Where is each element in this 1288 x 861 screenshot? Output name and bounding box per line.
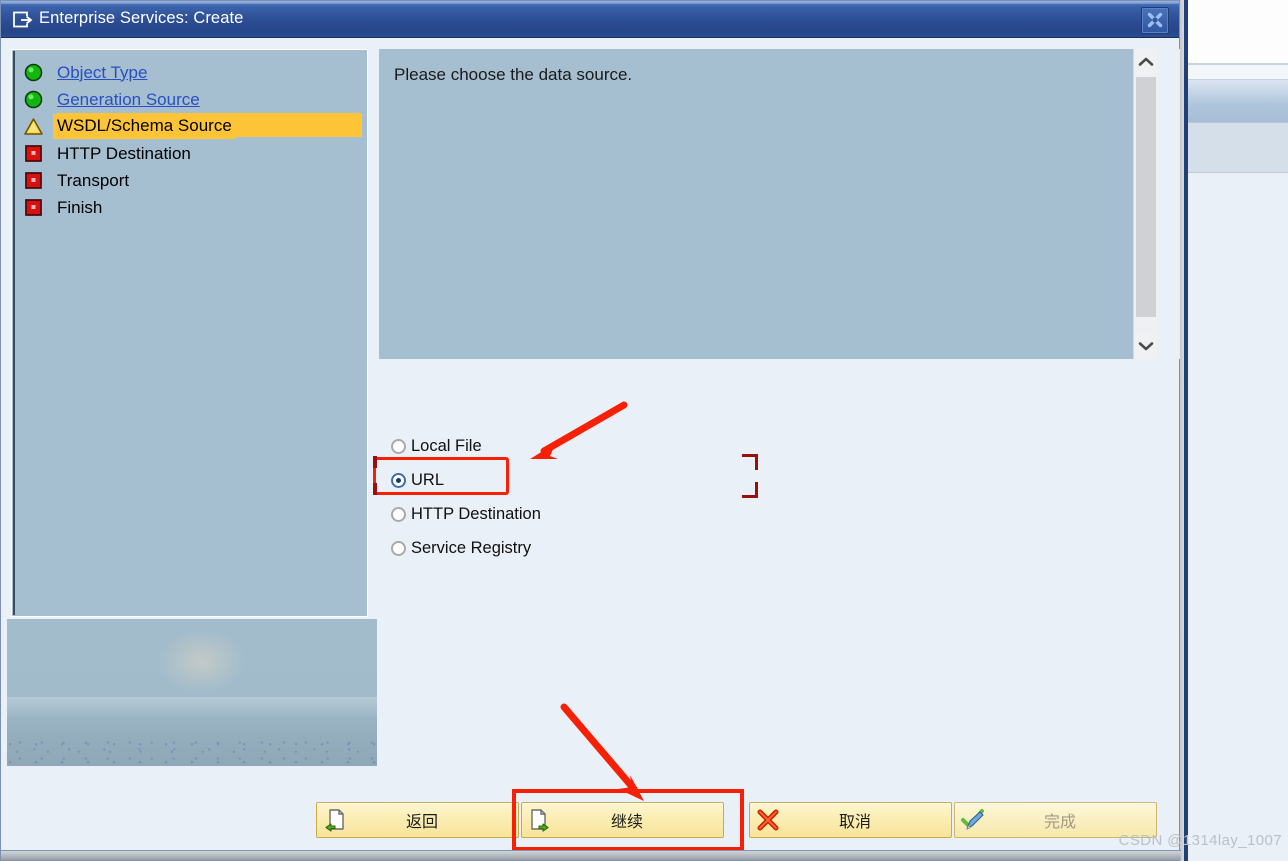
dialog-title: Enterprise Services: Create: [39, 9, 244, 27]
red-square-icon: [23, 170, 44, 191]
close-icon[interactable]: [1141, 7, 1169, 34]
radio-label: Service Registry: [411, 538, 532, 557]
back-button-label: 返回: [405, 812, 438, 831]
radio-indicator: [391, 438, 406, 454]
annotation-corner-mark: [373, 456, 377, 468]
bg-band-light: [1188, 65, 1288, 79]
radio-option-http-destination[interactable]: HTTP Destination: [391, 497, 711, 531]
radio-option-url[interactable]: URL: [391, 463, 711, 497]
sidebar-item-generation-source[interactable]: Generation Source: [19, 86, 366, 113]
cancel-button[interactable]: 取消: [749, 802, 952, 838]
sidebar-item-wsdl-schema-source[interactable]: WSDL/Schema Source: [19, 113, 366, 140]
chevron-up-icon[interactable]: [1134, 49, 1158, 75]
sidebar-item-object-type[interactable]: Object Type: [19, 59, 366, 86]
red-square-icon: [23, 143, 44, 164]
decorative-dot-texture: [7, 737, 377, 766]
annotation-corner-mark: [373, 483, 377, 495]
red-x-icon: [755, 807, 781, 833]
decorative-background-image: [7, 619, 377, 766]
radio-indicator: [391, 472, 406, 488]
export-window-icon: [13, 11, 33, 28]
yellow-triangle-icon: [23, 116, 44, 137]
bg-band-pale: [1188, 123, 1288, 173]
radio-label: Local File: [411, 436, 482, 455]
sidebar-item-label: Finish: [57, 197, 103, 217]
finish-button-label: 完成: [1043, 812, 1076, 831]
bg-band-rest: [1188, 173, 1288, 861]
title-bar-highlight: [1, 1, 1179, 4]
green-circle-icon: [23, 89, 44, 110]
instruction-right-padding: [1157, 49, 1180, 359]
check-pencil-icon: [960, 807, 986, 833]
green-circle-icon: [23, 62, 44, 83]
doc-back-icon: [322, 807, 348, 833]
continue-button[interactable]: 继续: [521, 802, 724, 838]
sidebar-item-label: Object Type: [57, 62, 148, 82]
instruction-text: Please choose the data source.: [394, 65, 633, 84]
dialog-bottom-edge: [1, 850, 1181, 860]
wizard-step-nav-panel: Object Type Generation Source WSDL/Schem…: [11, 49, 368, 617]
instruction-scrollbar[interactable]: [1133, 49, 1158, 359]
sidebar-item-label: HTTP Destination: [57, 143, 191, 163]
radio-label: HTTP Destination: [411, 504, 541, 523]
doc-forward-icon: [527, 807, 553, 833]
bg-window-edge: [1184, 0, 1188, 861]
sidebar-item-http-destination[interactable]: HTTP Destination: [19, 140, 366, 167]
cancel-button-label: 取消: [838, 812, 871, 831]
sidebar-item-finish[interactable]: Finish: [19, 194, 366, 221]
scrollbar-thumb[interactable]: [1136, 77, 1156, 317]
annotation-corner-mark: [742, 454, 758, 470]
sidebar-item-label: Transport: [57, 170, 130, 190]
radio-indicator: [391, 540, 406, 556]
red-square-icon: [23, 197, 44, 218]
annotation-arrow-to-continue: [560, 703, 644, 801]
radio-option-local-file[interactable]: Local File: [391, 429, 711, 463]
chevron-down-icon[interactable]: [1134, 333, 1158, 359]
sidebar-item-label: WSDL/Schema Source: [53, 114, 236, 139]
annotation-corner-mark: [742, 482, 758, 498]
nav-panel-inner: Object Type Generation Source WSDL/Schem…: [13, 51, 366, 615]
sidebar-item-transport[interactable]: Transport: [19, 167, 366, 194]
watermark-text: CSDN @1314lay_1007: [1118, 832, 1282, 849]
sidebar-item-label: Generation Source: [57, 89, 200, 109]
radio-option-service-registry[interactable]: Service Registry: [391, 531, 711, 565]
instruction-panel: Please choose the data source.: [379, 49, 1133, 359]
dialog-title-bar: Enterprise Services: Create: [1, 1, 1179, 38]
bg-white-header: [1188, 0, 1288, 63]
bg-band-blue: [1188, 79, 1288, 123]
radio-label: URL: [411, 470, 445, 489]
back-button[interactable]: 返回: [316, 802, 519, 838]
continue-button-label: 继续: [610, 812, 643, 831]
enterprise-services-create-dialog: Enterprise Services: Create Object Type: [0, 0, 1181, 861]
radio-indicator: [391, 506, 406, 522]
dialog-button-bar: 返回 继续 取消 完成: [1, 802, 1181, 842]
data-source-radio-group: Local File URL HTTP Destination Service …: [391, 429, 711, 565]
